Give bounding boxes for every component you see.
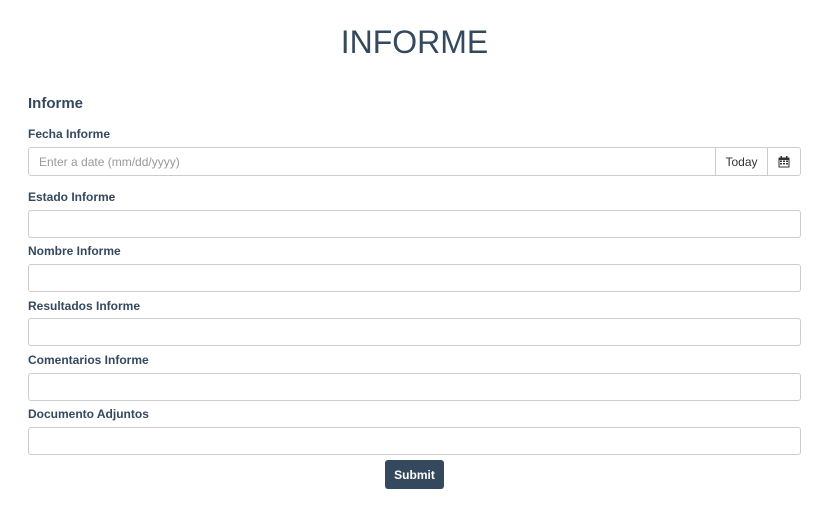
documento-adjuntos-input[interactable] — [28, 427, 801, 455]
calendar-icon — [778, 155, 790, 167]
resultados-informe-input[interactable] — [28, 318, 801, 346]
documento-adjuntos-label: Documento Adjuntos — [28, 407, 149, 421]
estado-informe-label: Estado Informe — [28, 190, 116, 204]
calendar-button[interactable] — [767, 148, 800, 175]
resultados-informe-label: Resultados Informe — [28, 299, 141, 313]
today-button[interactable]: Today — [715, 148, 767, 175]
section-title: Informe — [28, 95, 84, 112]
submit-button[interactable]: Submit — [385, 460, 444, 489]
estado-informe-input[interactable] — [28, 210, 801, 238]
nombre-informe-input[interactable] — [28, 264, 801, 292]
comentarios-informe-input[interactable] — [28, 373, 801, 401]
page-title: INFORME — [340, 24, 489, 60]
fecha-informe-label: Fecha Informe — [28, 127, 111, 141]
fecha-informe-input[interactable] — [29, 148, 715, 175]
comentarios-informe-label: Comentarios Informe — [28, 353, 149, 367]
date-picker: Today — [28, 147, 801, 176]
nombre-informe-label: Nombre Informe — [28, 244, 121, 258]
